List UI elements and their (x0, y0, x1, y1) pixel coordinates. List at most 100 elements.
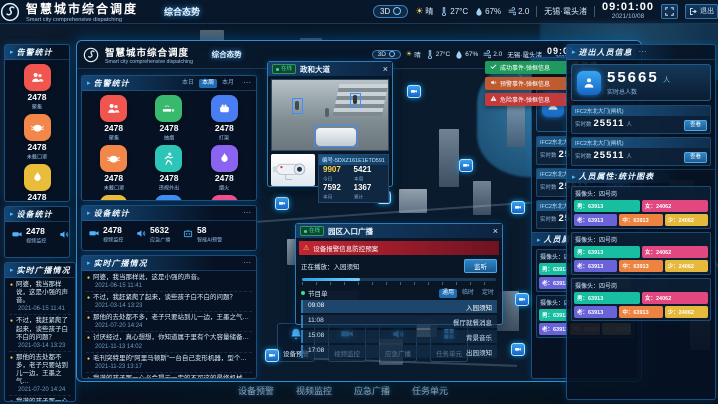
program-row[interactable]: 17:08 出园须知 (301, 345, 497, 358)
view-button[interactable]: 查看 (684, 152, 707, 163)
period-tab[interactable]: 临时 (459, 289, 477, 298)
alarm-stat-tile[interactable]: 2478 未戴口罩 (9, 114, 65, 161)
wind-icon (483, 50, 491, 59)
listen-button[interactable]: 监听 (464, 259, 497, 273)
alert-banner[interactable]: ⚠ 设备报警信息防控预案 (299, 241, 499, 255)
bottom-tab[interactable]: 任务单元 (412, 384, 448, 397)
attribute-tag: 男：63913 (574, 200, 640, 212)
broadcast-log-item[interactable]: ●那他的去处都不多，老子只要站到儿一边，王墨之气… 2021-07-20 14:… (9, 352, 71, 397)
program-row[interactable]: 15:08 背景音乐 (301, 330, 497, 343)
device-stat-item[interactable]: 2478 视频监控 (11, 227, 50, 245)
event-toast[interactable]: 危险事件-弹框信息 › (485, 93, 573, 106)
view-button[interactable]: 查看 (684, 120, 707, 131)
event-toast[interactable]: 预警事件-弹框信息 › (485, 77, 573, 90)
exit-button[interactable]: 退出 (685, 4, 718, 19)
location-label[interactable]: 无锡·鼋头渚 (544, 6, 587, 17)
alarm-category-icon (100, 195, 127, 201)
device-icon (88, 226, 100, 244)
close-icon[interactable]: × (383, 65, 388, 74)
broadcast-text: 不过，我赶紧爬了起来，谈些孩子白不白的问题？ (93, 294, 236, 302)
camera-map-marker[interactable] (511, 201, 525, 214)
bullet-dot-icon: ● (87, 375, 90, 379)
toast-icon (490, 63, 497, 72)
device-stat-item[interactable]: 2478 视频监控 (88, 226, 127, 244)
device-stat-item[interactable]: 5632 应急广播 (58, 227, 70, 245)
fullscreen-button[interactable] (661, 4, 678, 19)
clock: 09:01:00 2021/10/08 (602, 2, 654, 20)
device-icon (11, 227, 23, 245)
broadcast-log-item[interactable]: ●阿婆，我当那样说，这是小强的声音。 2021-06-15 11:41 (86, 272, 252, 292)
map-mode-toggle[interactable]: 3D (372, 50, 401, 59)
program-time: 15:08 (308, 332, 324, 342)
period-tab[interactable]: 本日 (179, 79, 197, 88)
app-title: 智慧城市综合调度 (105, 45, 198, 59)
gate-count-unit: 人 (626, 120, 632, 128)
attribute-tag: 少：24062 (665, 260, 708, 272)
broadcast-log-item[interactable]: ●毛刊突特里的“阿里马顿斯”一台自己变形机器，型个… 2021-11-23 13… (86, 353, 252, 373)
panel-arrow-icon: ▸ (87, 259, 91, 267)
outer-bottom-tabs: 设备预警 视频监控 应急广播 任务单元 (238, 384, 448, 397)
more-icon[interactable]: ⋯ (243, 79, 251, 87)
broadcast-log-item[interactable]: ●讨厌经过，真心想想，你知道属于里有个大容量储备… 2021-11-13 14:… (86, 332, 252, 352)
camera-device-photo (271, 154, 315, 186)
broadcast-timestamp: 2021-07-20 14:24 (95, 323, 251, 329)
alarm-stat-tile[interactable]: 2478 人员越界预警 (197, 195, 252, 201)
alarm-stat-tile[interactable]: 2478 烟火 (197, 145, 252, 192)
camera-map-marker[interactable] (459, 159, 473, 172)
gate-count-label: 实时数 (540, 215, 557, 223)
more-icon[interactable]: ⋯ (243, 259, 251, 267)
green-dot-icon (301, 291, 305, 295)
program-row[interactable]: 09:08 入园须知 (301, 300, 497, 313)
broadcast-log-item[interactable]: ●阿婆，我当那样说，这是小强的声音。 2021-06-15 11:41 (9, 279, 71, 315)
broadcast-log-item[interactable]: ●那他的去处都不多，老子只要站到儿一边，王墨之气… 2021-07-20 14:… (86, 312, 252, 332)
camera-map-marker[interactable] (511, 343, 525, 356)
camera-map-marker[interactable] (515, 293, 529, 306)
alarm-stat-tile[interactable]: 2478 打架 (197, 95, 252, 142)
alarm-stat-tile[interactable]: 2478 违规外出 (141, 145, 196, 192)
more-icon[interactable]: ⋯ (243, 209, 251, 217)
event-toast[interactable]: 成功事件-弹框信息 › (485, 61, 573, 74)
bottom-tab[interactable]: 设备预警 (238, 384, 274, 397)
program-row[interactable]: 11:08 餐厅就餐消息 (301, 315, 497, 328)
period-tab[interactable]: 通用 (439, 289, 457, 298)
device-icon (58, 227, 70, 245)
device-icon (135, 226, 147, 244)
alarm-stat-tile[interactable]: 2478 未戴口罩 (86, 145, 141, 192)
broadcast-log-item[interactable]: ●我满的孩子那一心必会提示一定的不可这的最终机械… 2021-11-03 13:… (9, 396, 71, 402)
alarm-stat-tile[interactable]: 2478 大型车预警 (141, 195, 196, 201)
camera-map-marker[interactable] (407, 85, 421, 98)
camera-map-marker[interactable] (265, 349, 279, 362)
alarm-stat-tile[interactable]: 2478 抽烟 (141, 95, 196, 142)
nav-overview[interactable]: 综合态势 (164, 5, 200, 18)
alarm-count: 2478 (104, 173, 123, 183)
broadcast-popup-title: 园区入口广播 (328, 226, 373, 237)
alarm-stat-tile[interactable]: 2478 火灾 (9, 164, 65, 202)
bullet-dot-icon: ● (87, 355, 90, 363)
close-icon[interactable]: × (493, 227, 498, 236)
period-tab[interactable]: 定时 (479, 289, 497, 298)
device-stat-item[interactable]: 5632 应急广播 (135, 226, 174, 244)
alarm-stat-tile[interactable]: 2478 聚集 (9, 64, 65, 111)
broadcast-log-item[interactable]: ●我满的孩子那一心必会提示一定的不可这的最终机械… 2021-11-03 13:… (86, 373, 252, 379)
period-tab[interactable]: 本月 (219, 79, 237, 88)
period-tab[interactable]: 本周 (199, 79, 217, 88)
broadcast-log-item[interactable]: ●不过，我赶紧爬了起来，谈些孩子白不白的问题？ 2021-03-14 13:23 (9, 315, 71, 351)
camera-stat-value: 7592 (323, 184, 353, 193)
playback-progress[interactable] (302, 278, 496, 281)
alarm-stat-tile[interactable]: 2478 火灾 (86, 195, 141, 201)
toast-text: 成功事件-弹框信息 (500, 63, 550, 72)
broadcast-log-item[interactable]: ●不过，我赶紧爬了起来，谈些孩子白不白的问题？ 2021-03-14 13:23 (86, 292, 252, 312)
more-icon[interactable]: ⋯ (639, 48, 647, 56)
alarm-category-icon (155, 145, 182, 172)
wind-speed: 2.0 (483, 50, 502, 59)
alarm-stat-tile[interactable]: 2478 聚集 (86, 95, 141, 142)
alarm-label: 未戴口罩 (27, 153, 47, 161)
camera-stat: 9907 今日 (323, 166, 353, 183)
nav-overview[interactable]: 综合态势 (212, 49, 242, 60)
device-stat-item[interactable]: 58 智能AI预警 (182, 226, 227, 244)
bottom-tab[interactable]: 应急广播 (354, 384, 390, 397)
bottom-tab[interactable]: 视频监控 (296, 384, 332, 397)
map-mode-toggle[interactable]: 3D (373, 5, 408, 18)
bullet-dot-icon: ● (10, 281, 13, 305)
camera-video-feed[interactable] (271, 79, 389, 151)
